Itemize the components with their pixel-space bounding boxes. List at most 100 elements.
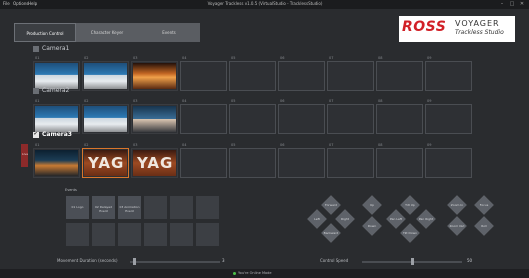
shot-preset[interactable]: 09 [425, 143, 472, 178]
event-slot[interactable]: 02 Delayed Event [91, 195, 116, 220]
event-slot[interactable] [65, 222, 90, 247]
events-grid: 01 Logo 02 Delayed Event 03 Animation Even… [65, 195, 220, 248]
pan-right-label: Pan Right [418, 217, 434, 221]
shot-preset[interactable]: 03 YAG [131, 143, 178, 178]
duration-value: 3 [222, 258, 225, 263]
camera-checkbox[interactable] [33, 46, 39, 52]
camera-name: Camera3 [42, 131, 72, 138]
tab-production-control[interactable]: Production Control [14, 23, 76, 42]
event-slot[interactable] [195, 195, 220, 220]
camera-checkbox[interactable] [33, 131, 39, 138]
event-slot[interactable]: 03 Animation Event [117, 195, 142, 220]
roll-label: Roll [481, 224, 487, 228]
shot-number: 02 [84, 143, 89, 147]
shot-number: 04 [182, 56, 187, 60]
forward-label: Forward [324, 203, 338, 207]
shot-number: 09 [427, 99, 432, 103]
tab-events[interactable]: Events [138, 23, 200, 42]
shot-number: 06 [280, 56, 285, 60]
zoom-in-label: Zoom In [450, 203, 464, 207]
ross-voyager-logo: ROSS VOYAGER Trackless Studio [399, 16, 515, 42]
event-slot[interactable] [143, 195, 168, 220]
menu-options[interactable]: Options [13, 1, 28, 6]
shot-number: 01 [35, 143, 40, 147]
shot-preset[interactable]: 09 [425, 99, 472, 134]
window-title: Voyager Trackless v1.0.5 (VirtualStudio … [207, 1, 323, 6]
duration-slider-label: Movement Duration (seconds) [57, 258, 118, 263]
shot-number: 05 [231, 143, 236, 147]
event-slot[interactable] [143, 222, 168, 247]
shot-number: 05 [231, 56, 236, 60]
shot-preset[interactable]: 02 [82, 56, 129, 91]
shot-number: 08 [378, 143, 383, 147]
shot-number: 03 [133, 143, 138, 147]
maximize-icon[interactable]: □ [507, 0, 517, 9]
shot-preset[interactable]: 05 [229, 56, 276, 91]
shot-number: 09 [427, 56, 432, 60]
shot-number: 02 [84, 99, 89, 103]
shot-preset[interactable]: 08 [376, 56, 423, 91]
shot-preset[interactable]: 01 [33, 143, 80, 178]
focus-label: Focus [479, 203, 489, 207]
shot-number: 06 [280, 99, 285, 103]
live-indicator-text: Live [22, 152, 29, 156]
shot-number: 07 [329, 99, 334, 103]
shot-preset[interactable]: 03 [131, 99, 178, 134]
duration-slider-handle[interactable] [132, 258, 136, 265]
shot-thumbnail [35, 150, 78, 176]
event-slot[interactable] [117, 222, 142, 247]
yag-sign-graphic: YAG [88, 154, 125, 172]
speed-slider-handle[interactable] [411, 258, 414, 265]
tab-character-keyer[interactable]: Character Keyer [76, 23, 138, 42]
shot-preset[interactable]: 07 [327, 143, 374, 178]
shot-preset[interactable]: 08 [376, 143, 423, 178]
shot-number: 06 [280, 143, 285, 147]
shot-preset[interactable]: 02 [82, 99, 129, 134]
shot-preset[interactable]: 06 [278, 56, 325, 91]
left-label: Left [314, 217, 320, 221]
menu-help[interactable]: Help [28, 1, 37, 6]
shot-thumbnail [133, 106, 176, 132]
shot-number: 04 [182, 143, 187, 147]
duration-slider-track[interactable] [130, 261, 220, 263]
event-slot[interactable] [169, 222, 194, 247]
shot-preset[interactable]: 07 [327, 99, 374, 134]
shot-preset[interactable]: 06 [278, 143, 325, 178]
shot-thumbnail [35, 63, 78, 89]
shot-thumbnail: YAG [133, 150, 176, 176]
right-label: Right [341, 217, 349, 221]
logo-brand: ROSS [402, 19, 447, 35]
shot-number: 03 [133, 56, 138, 60]
shot-number: 07 [329, 56, 334, 60]
shot-preset[interactable]: 05 [229, 99, 276, 134]
event-label: 02 Delayed Event [94, 205, 113, 213]
event-slot[interactable] [195, 222, 220, 247]
event-slot[interactable] [169, 195, 194, 220]
shot-number: 08 [378, 99, 383, 103]
shot-preset[interactable]: 09 [425, 56, 472, 91]
shot-preset[interactable]: 02 YAG [82, 143, 129, 178]
shot-preset[interactable]: 08 [376, 99, 423, 134]
logo-product: VOYAGER [455, 19, 500, 28]
shot-preset[interactable]: 03 [131, 56, 178, 91]
camera-checkbox[interactable] [33, 88, 39, 94]
shot-preset[interactable]: 01 [33, 99, 80, 134]
shot-preset[interactable]: 07 [327, 56, 374, 91]
event-slot[interactable] [91, 222, 116, 247]
event-label: 01 Logo [71, 205, 84, 209]
close-icon[interactable]: ✕ [517, 0, 527, 9]
event-slot[interactable]: 01 Logo [65, 195, 90, 220]
minimize-icon[interactable]: – [497, 0, 507, 9]
shot-number: 04 [182, 99, 187, 103]
shot-preset[interactable]: 04 [180, 56, 227, 91]
shot-number: 05 [231, 99, 236, 103]
online-status-icon [233, 272, 236, 275]
menu-file[interactable]: File [3, 1, 10, 6]
shot-preset[interactable]: 05 [229, 143, 276, 178]
shot-preset[interactable]: 04 [180, 143, 227, 178]
shot-preset[interactable]: 06 [278, 99, 325, 134]
shot-preset[interactable]: 04 [180, 99, 227, 134]
zoom-out-label: Zoom Out [449, 224, 465, 228]
tilt-up-label: Tilt Up [405, 203, 415, 207]
shot-thumbnail: YAG [84, 150, 127, 176]
